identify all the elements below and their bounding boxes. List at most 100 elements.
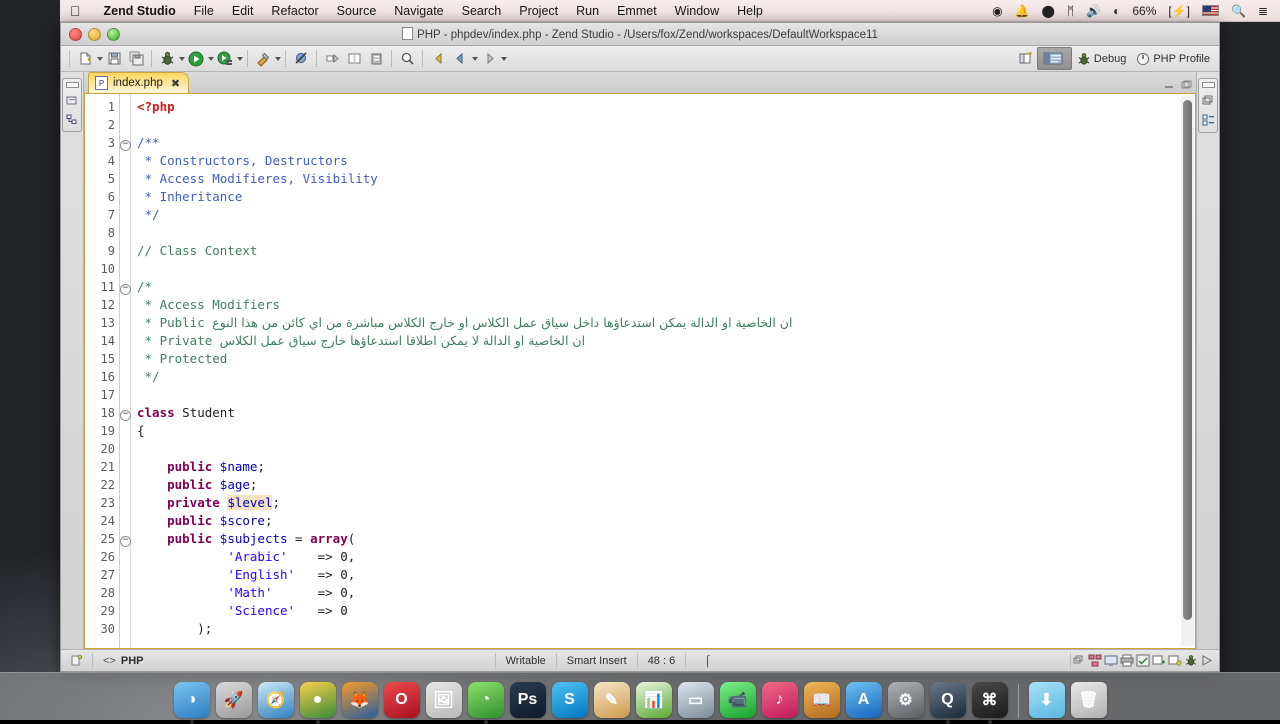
code-line[interactable]: class Student — [131, 404, 1195, 422]
open-perspective-button[interactable] — [1016, 49, 1036, 69]
new-button[interactable] — [75, 49, 95, 69]
dock-item-nvivo[interactable]: ◔ — [467, 682, 504, 718]
volume-icon[interactable]: 🔊 — [1080, 4, 1107, 18]
perspective-php[interactable]: PHP — [1036, 47, 1072, 70]
minimize-icon[interactable] — [1163, 79, 1175, 90]
menu-item-source[interactable]: Source — [328, 4, 386, 18]
run-button-dropdown[interactable] — [208, 56, 214, 61]
menu-item-refactor[interactable]: Refactor — [262, 4, 327, 18]
php-servers-icon[interactable] — [1087, 653, 1103, 668]
search-button[interactable] — [397, 49, 417, 69]
battery-icon[interactable]: [⚡] — [1162, 4, 1196, 18]
run-button[interactable] — [186, 49, 206, 69]
dock-item-trash[interactable]: 🗑 — [1070, 682, 1107, 718]
dock-item-pages[interactable]: ✎ — [593, 682, 630, 718]
fold-toggle-icon[interactable]: − — [120, 278, 131, 296]
dock-item-app-store[interactable]: A — [845, 682, 882, 718]
code-line[interactable]: 'Arabic' => 0, — [131, 548, 1195, 566]
close-tab-icon[interactable]: ✖ — [171, 77, 180, 90]
fold-toggle-icon[interactable]: − — [120, 404, 131, 422]
outline-view-icon[interactable] — [1202, 114, 1215, 127]
window-title-bar[interactable]: PHP - phpdev/index.php - Zend Studio - /… — [61, 23, 1219, 46]
new-button-dropdown[interactable] — [97, 56, 103, 61]
profile-button-dropdown[interactable] — [237, 56, 243, 61]
dock-item-skype[interactable]: S — [551, 682, 588, 718]
bluetooth-icon[interactable]: ᛗ — [1061, 4, 1080, 18]
code-line[interactable]: */ — [131, 368, 1195, 386]
dock-item-zend-studio[interactable]: ⌘ — [971, 682, 1008, 718]
code-line[interactable]: public $subjects = array( — [131, 530, 1195, 548]
record-icon[interactable]: ◉ — [986, 4, 1008, 18]
dock-item-finder[interactable]: ◑ — [173, 682, 210, 718]
publish-icon[interactable] — [1167, 653, 1183, 668]
code-line[interactable]: /* — [131, 278, 1195, 296]
dock-item-keynote[interactable]: ▭ — [677, 682, 714, 718]
restore-view-icon[interactable] — [65, 82, 79, 88]
menu-item-run[interactable]: Run — [567, 4, 608, 18]
battery-percent[interactable]: 66% — [1126, 4, 1162, 18]
dock-item-launchpad[interactable]: 🚀 — [215, 682, 252, 718]
code-folding-gutter[interactable]: − − − − — [120, 94, 131, 648]
dock-item-safari[interactable]: 🧭 — [257, 682, 294, 718]
editor-tab-index-php[interactable]: P index.php ✖ — [88, 72, 190, 93]
status-minimize-icon[interactable] — [1070, 653, 1087, 668]
restore-view-icon-right[interactable] — [1201, 82, 1215, 88]
code-content[interactable]: <?php /** * Constructors, Destructors * … — [131, 94, 1195, 648]
notification-bell-icon[interactable]: 🔔 — [1009, 4, 1036, 18]
code-line[interactable]: { — [131, 422, 1195, 440]
next-annotation-button[interactable] — [322, 49, 342, 69]
progress-icon[interactable] — [1199, 653, 1215, 668]
dock-item-chrome[interactable]: ● — [299, 682, 336, 718]
code-line[interactable]: public $name; — [131, 458, 1195, 476]
code-line[interactable]: private $level; — [131, 494, 1195, 512]
code-line[interactable]: * Access Modifieres, Visibility — [131, 170, 1195, 188]
code-line[interactable]: ); — [131, 620, 1195, 638]
code-line[interactable]: 'Science' => 0 — [131, 602, 1195, 620]
back-button-dropdown[interactable] — [472, 56, 478, 61]
code-line[interactable]: * Protected — [131, 350, 1195, 368]
code-line[interactable] — [131, 260, 1195, 278]
maximize-icon[interactable] — [1180, 79, 1192, 90]
skip-breakpoints-button[interactable] — [291, 49, 311, 69]
search-icon[interactable]: 🔍 — [1225, 4, 1252, 18]
forward-button[interactable] — [479, 49, 499, 69]
apple-icon[interactable]:  — [70, 4, 81, 18]
code-line[interactable]: public $score; — [131, 512, 1195, 530]
editor-scrollbar[interactable] — [1181, 96, 1194, 646]
validation-icon[interactable] — [1135, 653, 1151, 668]
code-line[interactable]: 'Math' => 0, — [131, 584, 1195, 602]
console-icon[interactable] — [1103, 653, 1119, 668]
menu-item-search[interactable]: Search — [453, 4, 511, 18]
content-type-cell[interactable]: <> PHP — [92, 653, 153, 668]
profile-button[interactable] — [215, 49, 235, 69]
forward-button-dropdown[interactable] — [501, 56, 507, 61]
menu-item-app[interactable]: Zend Studio — [95, 4, 185, 18]
toggle-block-selection-button[interactable] — [344, 49, 364, 69]
menu-item-edit[interactable]: Edit — [223, 4, 263, 18]
dock-item-itunes[interactable]: ♪ — [761, 682, 798, 718]
code-line[interactable]: 'English' => 0, — [131, 566, 1195, 584]
dock-item-downloads-folder[interactable]: ⬇ — [1028, 682, 1065, 718]
code-line[interactable]: * Constructors, Destructors — [131, 152, 1195, 170]
dock-item-numbers[interactable]: 📊 — [635, 682, 672, 718]
debug-button[interactable] — [157, 49, 177, 69]
php-explorer-icon[interactable] — [66, 95, 78, 107]
code-line[interactable] — [131, 224, 1195, 242]
menu-item-file[interactable]: File — [185, 4, 223, 18]
dock-item-quicktime[interactable]: Q — [929, 682, 966, 718]
code-line[interactable]: public $age; — [131, 476, 1195, 494]
dock-item-ibooks[interactable]: 📖 — [803, 682, 840, 718]
code-line[interactable] — [131, 386, 1195, 404]
code-line[interactable] — [131, 116, 1195, 134]
menu-item-navigate[interactable]: Navigate — [385, 4, 452, 18]
open-task-button[interactable] — [366, 49, 386, 69]
code-line[interactable]: */ — [131, 206, 1195, 224]
dock-item-opera[interactable]: O — [383, 682, 420, 718]
print-icon[interactable] — [1119, 653, 1135, 668]
save-button[interactable] — [104, 49, 124, 69]
code-line[interactable]: * Access Modifiers — [131, 296, 1195, 314]
dock-item-system-preferences[interactable]: ⚙ — [887, 682, 924, 718]
external-tools-button[interactable] — [253, 49, 273, 69]
fold-toggle-icon[interactable]: − — [120, 530, 131, 548]
previous-edit-location-button[interactable] — [428, 49, 448, 69]
